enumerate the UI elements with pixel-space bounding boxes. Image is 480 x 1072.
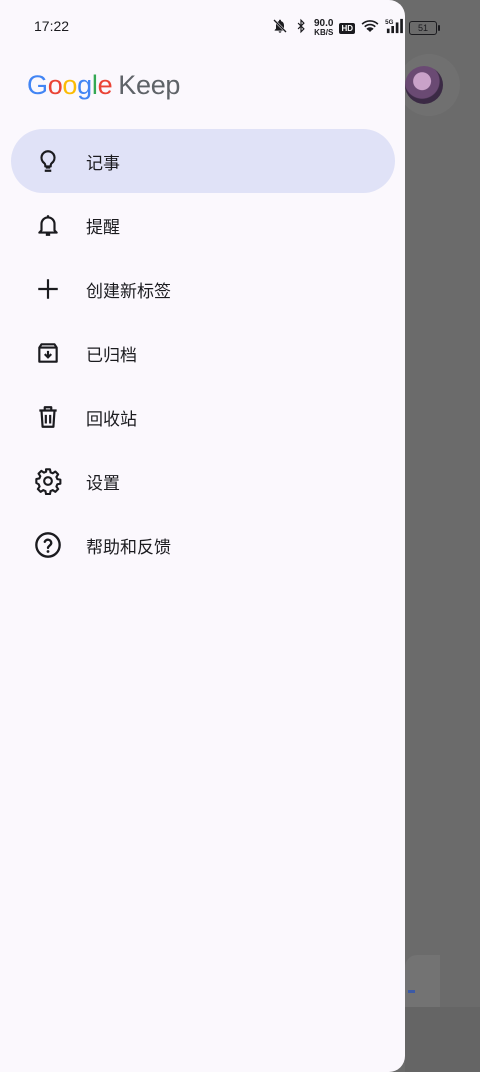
help-icon (34, 531, 62, 559)
gear-icon (34, 467, 62, 495)
google-wordmark: Google (27, 70, 113, 100)
fab-accent (408, 990, 415, 993)
nav-item-create-label[interactable]: 创建新标签 (11, 257, 395, 321)
nav-item-label: 已归档 (86, 345, 137, 366)
nav-item-label: 提醒 (86, 217, 120, 238)
nav-item-settings[interactable]: 设置 (11, 449, 395, 513)
nav-item-label: 创建新标签 (86, 281, 171, 302)
nav-item-trash[interactable]: 回收站 (11, 385, 395, 449)
network-speed: 90.0 KB/S (314, 18, 334, 37)
google-letter: G (27, 70, 48, 100)
bluetooth-icon (294, 18, 308, 38)
trash-icon (34, 403, 62, 431)
nav-item-archive[interactable]: 已归档 (11, 321, 395, 385)
keep-wordmark: Keep (118, 70, 181, 100)
google-letter: g (77, 70, 92, 100)
nav-item-label: 记事 (86, 153, 120, 174)
google-keep-logo: Google Keep (27, 70, 180, 101)
status-time: 17:22 (34, 18, 70, 34)
nav-item-label: 帮助和反馈 (86, 537, 171, 558)
svg-text:5G: 5G (385, 19, 393, 26)
wifi-icon (361, 18, 379, 38)
cellular-signal-icon: 5G (385, 18, 403, 38)
nav-item-label: 回收站 (86, 409, 137, 430)
archive-icon (34, 339, 62, 367)
google-letter: o (62, 70, 78, 100)
battery-indicator: 51 (409, 21, 441, 35)
nav-list: 记事 提醒 创建新标签 已归档 回收站 设置 帮助和反馈 (11, 129, 395, 577)
nav-item-reminders[interactable]: 提醒 (11, 193, 395, 257)
avatar (405, 66, 443, 104)
status-bar: 17:22 90.0 KB/S HD 5G 51 (0, 0, 441, 56)
bell-muted-icon (272, 18, 288, 38)
nav-item-help-feedback[interactable]: 帮助和反馈 (11, 513, 395, 577)
lightbulb-icon (34, 147, 62, 175)
plus-icon (34, 275, 62, 303)
status-icons: 90.0 KB/S HD 5G 51 (272, 17, 441, 39)
google-letter: o (47, 70, 63, 100)
hd-badge: HD (339, 22, 356, 34)
navigation-drawer: 17:22 90.0 KB/S HD 5G 51 Google Keep 记事 … (0, 0, 441, 1072)
nav-item-label: 设置 (86, 473, 120, 494)
google-letter: e (97, 70, 113, 100)
bell-icon (34, 211, 62, 239)
bottom-bar-background (405, 1007, 480, 1072)
nav-item-notes[interactable]: 记事 (11, 129, 395, 193)
